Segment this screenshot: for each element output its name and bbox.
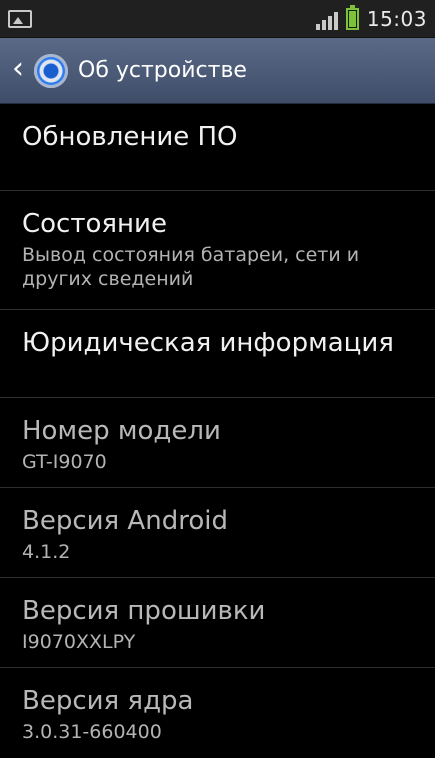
list-item-title: Юридическая информация	[22, 328, 394, 358]
list-item-title: Номер модели	[22, 416, 221, 446]
gallery-notification-icon	[8, 9, 32, 28]
list-item-title: Версия ядра	[22, 686, 194, 716]
list-item-android-version: Версия Android 4.1.2	[0, 488, 435, 578]
list-item-title: Состояние	[22, 209, 167, 239]
list-item-subtitle: Вывод состояния батареи, сети и других с…	[22, 244, 360, 290]
list-item-subtitle: GT-I9070	[22, 451, 107, 474]
list-item-title: Версия Android	[22, 506, 228, 536]
back-icon[interactable]: ‹	[12, 53, 24, 84]
list-item-title: Обновление ПО	[22, 122, 238, 152]
list-item-title: Версия прошивки	[22, 596, 266, 626]
list-item-status[interactable]: Состояние Вывод состояния батареи, сети …	[0, 191, 435, 310]
system-tray: 15:03	[315, 4, 427, 31]
battery-icon	[345, 4, 359, 30]
settings-icon	[34, 53, 68, 88]
notification-area	[8, 9, 32, 28]
status-time: 15:03	[366, 6, 427, 31]
list-item-subtitle: 4.1.2	[22, 541, 71, 564]
action-bar[interactable]: ‹ Об устройстве	[0, 38, 435, 104]
list-item-subtitle: I9070XXLPY	[22, 631, 136, 654]
list-item-model-number: Номер модели GT-I9070	[0, 398, 435, 488]
signal-icon	[315, 8, 338, 30]
status-bar: 15:03	[0, 0, 435, 38]
list-item-baseband-version: Версия прошивки I9070XXLPY	[0, 578, 435, 668]
list-item-subtitle: 3.0.31-660400	[22, 721, 162, 744]
settings-list: Обновление ПО Состояние Вывод состояния …	[0, 104, 435, 758]
list-item-kernel-version: Версия ядра 3.0.31-660400	[0, 668, 435, 758]
list-item-software-update[interactable]: Обновление ПО	[0, 104, 435, 191]
page-title: Об устройстве	[78, 58, 247, 83]
list-item-legal-info[interactable]: Юридическая информация	[0, 310, 435, 398]
